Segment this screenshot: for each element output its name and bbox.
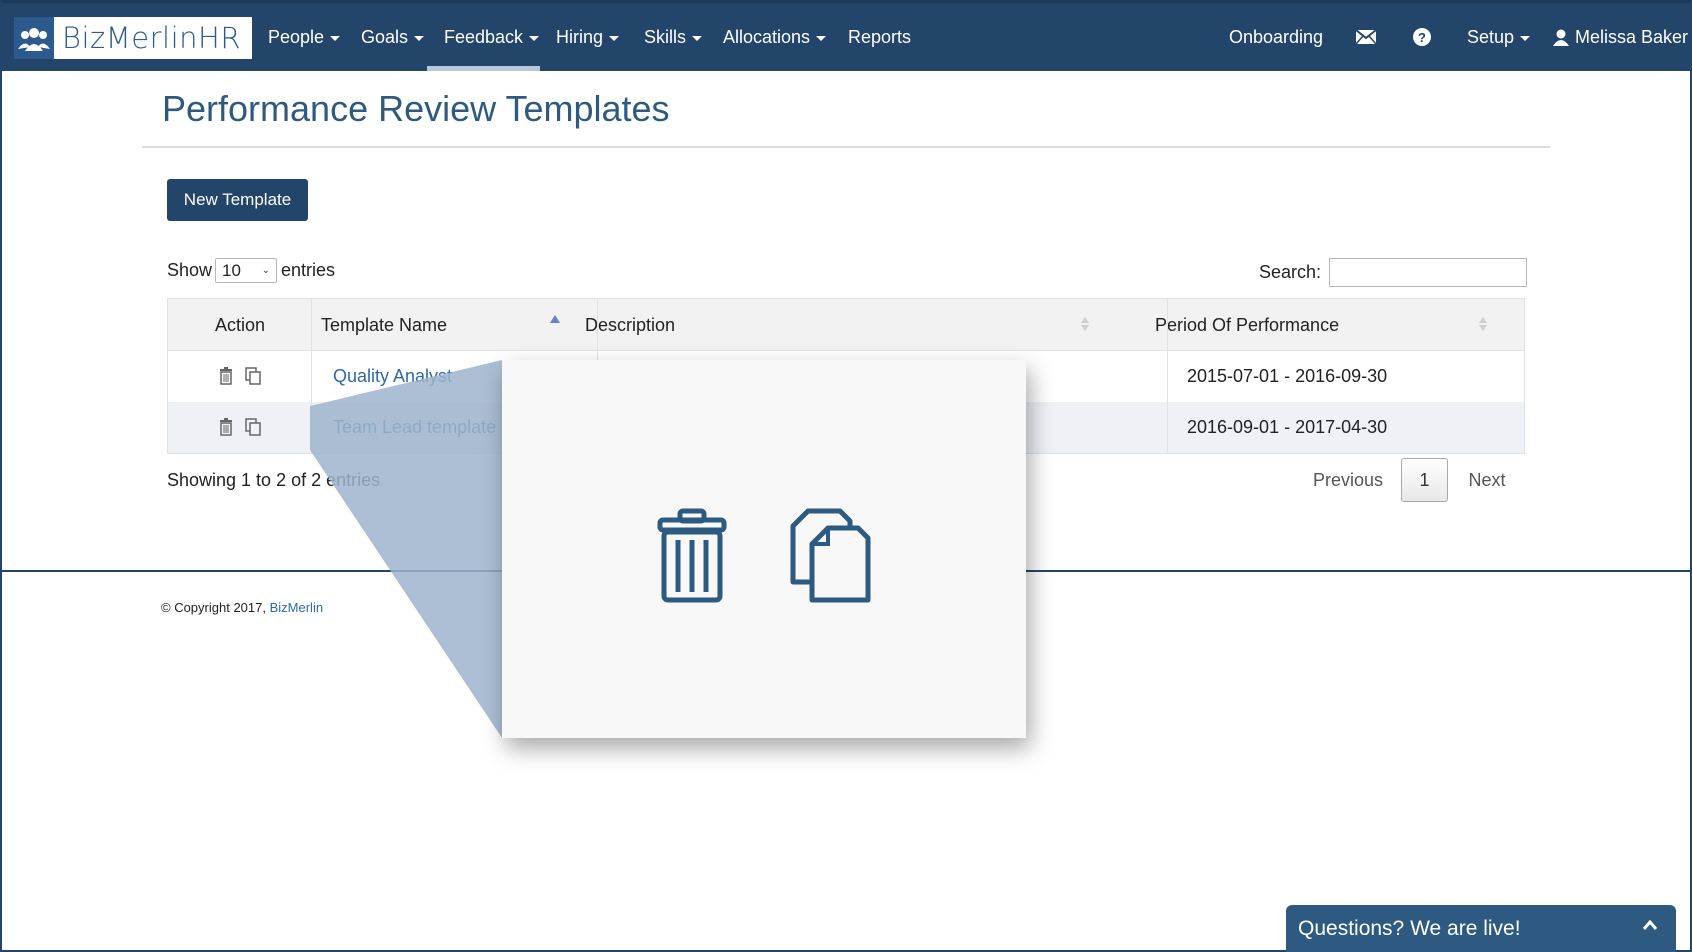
search-input[interactable]	[1329, 258, 1528, 287]
nav-active-indicator	[427, 66, 540, 71]
nav-skills[interactable]: Skills	[644, 3, 703, 71]
trash-icon[interactable]	[219, 417, 237, 438]
brand-name: BizMerlinHR	[62, 21, 242, 55]
row-actions	[219, 351, 271, 402]
user-name: Melissa Baker	[1575, 26, 1689, 47]
nav-reports[interactable]: Reports	[848, 3, 911, 71]
search-control: Search:	[1259, 258, 1528, 287]
page-1-button[interactable]: 1	[1401, 458, 1448, 502]
nav-setup-label: Setup	[1467, 26, 1515, 47]
column-divider	[1167, 299, 1168, 453]
nav-hiring[interactable]: Hiring	[556, 3, 620, 71]
chevron-down-icon: ⌄	[261, 265, 271, 276]
title-divider	[142, 146, 1550, 148]
nav-people-label: People	[268, 26, 325, 47]
search-label: Search:	[1259, 262, 1322, 282]
copy-icon[interactable]	[245, 366, 263, 387]
nav-allocations-label: Allocations	[723, 26, 811, 47]
bizmerlin-link[interactable]: BizMerlin	[270, 600, 323, 615]
nav-onboarding[interactable]: Onboarding	[1229, 3, 1323, 71]
copy-icon	[790, 508, 871, 603]
copyright-text: © Copyright 2017,	[161, 600, 266, 615]
table-info: Showing 1 to 2 of 2 entries	[167, 470, 381, 490]
trash-icon[interactable]	[219, 366, 237, 387]
nav-onboarding-label: Onboarding	[1229, 26, 1324, 47]
column-header-template-name-label: Template Name	[321, 314, 448, 335]
trash-icon	[657, 508, 727, 603]
copyright: © Copyright 2017, BizMerlin	[161, 600, 323, 615]
caret-down-icon	[1520, 35, 1531, 41]
chat-label: Questions? We are live!	[1298, 916, 1521, 940]
nav-goals[interactable]: Goals	[361, 3, 425, 71]
nav-allocations[interactable]: Allocations	[723, 3, 827, 71]
nav-people[interactable]: People	[268, 3, 341, 71]
caret-down-icon	[816, 35, 827, 41]
svg-text:?: ?	[1418, 30, 1426, 45]
column-header-action: Action	[215, 314, 266, 335]
nav-setup[interactable]: Setup	[1467, 3, 1531, 71]
column-header-template-name[interactable]: Template Name	[321, 299, 566, 351]
envelope-icon[interactable]	[1355, 3, 1377, 71]
table-header: Action Template Name Description Period …	[168, 299, 1524, 351]
new-template-button[interactable]: New Template	[167, 179, 308, 221]
nav-reports-label: Reports	[848, 26, 912, 47]
column-header-description-label: Description	[585, 314, 676, 335]
live-chat-widget[interactable]: Questions? We are live!	[1286, 905, 1676, 952]
caret-down-icon	[692, 35, 703, 41]
nav-feedback[interactable]: Feedback	[444, 3, 540, 71]
template-name-link[interactable]: Team Lead template	[333, 402, 496, 453]
previous-page-button[interactable]: Previous	[1306, 458, 1390, 502]
template-name-link[interactable]: Quality Analyst	[333, 351, 452, 402]
brand-logo[interactable]: BizMerlinHR	[14, 17, 252, 59]
column-divider	[311, 299, 312, 453]
zoom-callout	[502, 360, 1026, 738]
template-period: 2015-07-01 - 2016-09-30	[1187, 366, 1388, 386]
column-header-period-label: Period Of Performance	[1155, 314, 1340, 335]
top-navbar: BizMerlinHR People Goals Feedback Hiring…	[2, 3, 1690, 71]
nav-feedback-label: Feedback	[444, 26, 524, 47]
user-icon	[1553, 29, 1569, 46]
entries-label: entries	[281, 260, 336, 280]
people-group-icon	[14, 17, 54, 59]
nav-user-menu[interactable]: Melissa Baker	[1553, 3, 1688, 71]
nav-goals-label: Goals	[361, 26, 409, 47]
copy-icon[interactable]	[245, 417, 263, 438]
column-header-description[interactable]: Description	[585, 299, 1097, 351]
sort-ascending-icon	[550, 315, 560, 323]
caret-down-icon	[330, 35, 341, 41]
nav-skills-label: Skills	[644, 26, 687, 47]
nav-hiring-label: Hiring	[556, 26, 604, 47]
show-label: Show	[167, 260, 213, 280]
chevron-up-icon[interactable]	[1642, 919, 1658, 931]
template-period: 2016-09-01 - 2017-04-30	[1187, 417, 1388, 437]
caret-down-icon	[529, 35, 540, 41]
question-circle-icon[interactable]: ?	[1412, 3, 1432, 71]
row-actions	[219, 402, 271, 453]
next-page-button[interactable]: Next	[1459, 458, 1515, 502]
page-size-control: Show 10 ⌄ entries	[167, 258, 335, 283]
page-size-value: 10	[222, 260, 241, 280]
caret-down-icon	[414, 35, 425, 41]
sort-icon	[1081, 317, 1089, 331]
page-title: Performance Review Templates	[162, 88, 670, 129]
column-header-period[interactable]: Period Of Performance	[1155, 299, 1495, 351]
caret-down-icon	[609, 35, 620, 41]
sort-icon	[1479, 317, 1487, 331]
page-size-select[interactable]: 10 ⌄	[215, 258, 278, 283]
